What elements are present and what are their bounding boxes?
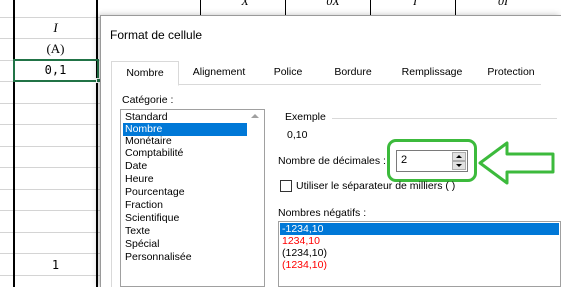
category-item[interactable]: Spécial <box>123 238 159 251</box>
row-divider <box>0 210 100 211</box>
tab-nombre[interactable]: Nombre <box>111 61 179 86</box>
header-cell-0x: 0X <box>326 0 340 8</box>
category-label: Catégorie : <box>122 94 173 106</box>
negatives-listbox[interactable]: -1234,10 1234,10 (1234,10) (1234,10) <box>278 221 561 287</box>
example-group-line <box>332 118 557 119</box>
header-col-divider <box>370 0 371 15</box>
cell-value-bottom[interactable]: 1 <box>15 258 96 272</box>
header-cell-x: X <box>241 0 249 8</box>
header-cell-0i: 0I <box>498 0 508 8</box>
highlight-circle <box>387 139 477 182</box>
category-item[interactable]: Date <box>123 160 147 173</box>
row-divider <box>0 189 100 190</box>
row-divider <box>0 124 100 125</box>
dialog-title: Format de cellule <box>110 28 203 42</box>
row-divider <box>0 146 100 147</box>
example-label: Exemple <box>285 111 326 123</box>
tab-protection[interactable]: Protection <box>477 61 545 85</box>
tab-alignement[interactable]: Alignement <box>181 61 257 85</box>
tab-remplissage[interactable]: Remplissage <box>387 61 477 85</box>
row-divider <box>0 103 100 104</box>
thousands-separator-checkbox[interactable] <box>280 180 292 192</box>
cell-current-symbol[interactable]: I <box>15 20 96 36</box>
row-divider <box>0 17 100 18</box>
category-item[interactable]: Texte <box>123 225 150 238</box>
cell-current-unit[interactable]: (A) <box>15 41 96 57</box>
tab-bar: Nombre Alignement Police Bordure Remplis… <box>111 61 541 86</box>
header-col-divider <box>285 0 286 15</box>
example-value: 0,10 <box>287 129 308 141</box>
category-item[interactable]: Scientifique <box>123 212 179 225</box>
annotation-arrow-icon <box>478 141 555 185</box>
negative-format-item-selected[interactable]: -1234,10 <box>280 223 559 235</box>
negative-format-item[interactable]: (1234,10) <box>280 247 327 259</box>
row-divider <box>0 38 100 39</box>
header-col-divider <box>200 0 201 15</box>
category-label-text: Catégorie : <box>122 94 174 106</box>
category-item[interactable]: Comptabilité <box>123 147 183 160</box>
row-divider <box>0 167 100 168</box>
category-item[interactable]: Heure <box>123 173 154 186</box>
row-divider <box>0 275 100 276</box>
thousands-separator-label[interactable]: Utiliser le séparateur de milliers ( ) <box>296 180 455 192</box>
category-item[interactable]: Pourcentage <box>123 186 185 199</box>
cell-value[interactable]: 0,1 <box>15 63 96 77</box>
column-border-right <box>96 0 98 287</box>
tab-bordure[interactable]: Bordure <box>319 61 387 85</box>
scroll-up-icon[interactable] <box>251 114 259 118</box>
negative-format-item[interactable]: 1234,10 <box>280 235 320 247</box>
header-col-divider <box>455 0 456 15</box>
decimals-label: Nombre de décimales : <box>278 155 386 167</box>
row-divider <box>0 253 100 254</box>
header-cell-i: I <box>413 0 417 8</box>
tab-police[interactable]: Police <box>257 61 319 85</box>
row-divider <box>0 232 100 233</box>
category-item[interactable]: Fraction <box>123 199 163 212</box>
category-listbox[interactable]: Standard Nombre Monétaire Comptabilité D… <box>120 109 265 287</box>
negatives-label: Nombres négatifs : <box>278 207 367 219</box>
negative-format-item[interactable]: (1234,10) <box>280 259 327 271</box>
category-item[interactable]: Personnalisée <box>123 251 192 264</box>
category-scrollbar[interactable] <box>248 110 264 286</box>
